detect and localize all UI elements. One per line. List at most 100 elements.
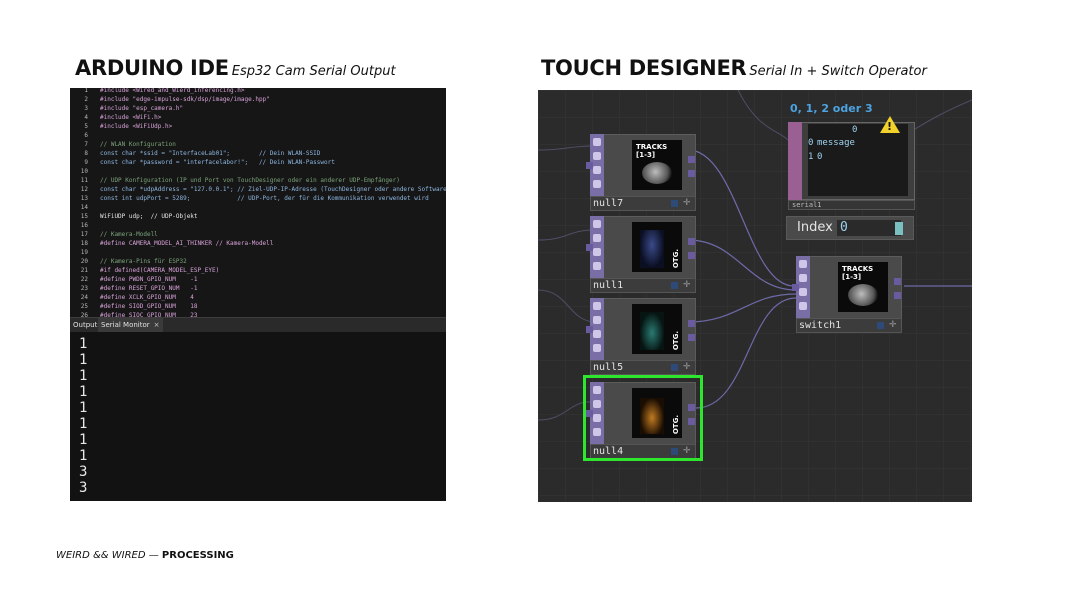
touchdesigner-network[interactable]: 0, 1, 2 oder 3 0 0 message 1 0 ! serial1… [538,90,972,502]
viewer-icon[interactable] [593,302,601,310]
export-icon[interactable] [593,248,601,256]
serial-node-namebar[interactable]: serial1 [788,200,915,210]
flag-icon[interactable] [593,344,601,352]
arduino-heading-subtitle: Esp32 Cam Serial Output [231,64,396,79]
serial-table-header: 0 [852,125,858,135]
node-name: null7 [593,198,624,209]
flag-icon[interactable] [593,180,601,188]
serial-table: 0 0 message 1 0 [808,124,908,196]
wire-icon[interactable] [593,234,601,242]
touchdesigner-heading-title: TOUCH DESIGNER [541,56,747,80]
viewer-toggle-icon[interactable] [671,200,678,207]
line-number: 5 [84,123,88,130]
move-icon[interactable]: ✛ [683,281,692,290]
thumb-title: TRACKS [1-3] [842,265,874,281]
code-text: #include <WiFiUdp.h> [100,123,173,130]
input-port[interactable] [586,162,593,169]
index-label: Index [797,220,833,235]
code-text: #define RESET_GPIO_NUM -1 [100,285,198,292]
operator-node-null5[interactable]: OTG. null5 ✛ [586,298,696,378]
code-text: const char *password = "interfacelabor!"… [100,159,335,166]
viewer-toggle-icon[interactable] [671,282,678,289]
arduino-ide-screenshot: 1 #include <Wired_and_Wierd_inferencing.h… [70,88,446,501]
flag-icon[interactable] [593,262,601,270]
index-parameter[interactable]: Index 0 [786,216,914,240]
tab-serial-monitor[interactable]: Serial Monitor × [98,318,163,332]
code-line: 4 #include <WiFi.h> [70,113,446,122]
close-icon[interactable]: × [154,321,160,329]
footer-bold: PROCESSING [161,550,234,561]
viewer-icon[interactable] [593,220,601,228]
input-port[interactable] [586,326,593,333]
tab-serial-monitor-label: Serial Monitor [101,321,150,329]
node-namebar[interactable]: null5 ✛ [590,360,696,375]
code-line: 17 // Kamera-Modell [70,230,446,239]
code-text: #include <Wired_and_Wierd_inferencing.h> [100,88,245,94]
code-line: 2 #include "edge-impulse-sdk/dsp/image/im… [70,95,446,104]
node-preview: TRACKS [1-3] [632,140,682,190]
wire-icon[interactable] [593,152,601,160]
serial-monitor-output: 1111111133 [70,332,446,501]
code-text: const char *ssid = "InterfaceLab01"; // … [100,150,321,157]
line-number: 12 [80,186,88,193]
serial-value: 1 [79,400,88,416]
code-line: 1 #include <Wired_and_Wierd_inferencing.h… [70,88,446,95]
serial-row-index: 0 [808,138,814,148]
line-number: 24 [80,294,88,301]
code-editor[interactable]: 1 #include <Wired_and_Wierd_inferencing.h… [70,88,446,317]
operator-node-switch1[interactable]: TRACKS [1-3] switch1 ✛ [792,256,902,336]
bottom-panel-tabs: Output Serial Monitor × [70,317,446,333]
viewer-icon[interactable] [593,138,601,146]
viewer-toggle-icon[interactable] [671,364,678,371]
move-icon[interactable]: ✛ [889,321,898,330]
output-port[interactable] [688,170,695,177]
move-icon[interactable]: ✛ [683,363,692,372]
node-namebar[interactable]: null1 ✛ [590,278,696,293]
serial-node-name: serial1 [792,201,822,209]
export-icon[interactable] [799,288,807,296]
output-port[interactable] [894,292,901,299]
code-line: 20 // Kamera-Pins für ESP32 [70,257,446,266]
wire [687,149,797,287]
output-port[interactable] [688,334,695,341]
output-port[interactable] [688,156,695,163]
flag-icon[interactable] [799,302,807,310]
output-port[interactable] [688,320,695,327]
viewer-icon[interactable] [799,260,807,268]
wire [538,289,595,323]
index-slider-handle[interactable] [895,222,903,235]
output-port[interactable] [688,252,695,259]
export-icon[interactable] [593,330,601,338]
code-line: 7 // WLAN Konfiguration [70,140,446,149]
tab-output[interactable]: Output [70,318,100,332]
line-number: 9 [84,159,88,166]
serial-value: 1 [79,384,88,400]
code-line: 10 [70,167,446,176]
node-namebar[interactable]: switch1 ✛ [796,318,902,333]
output-port[interactable] [688,238,695,245]
line-number: 21 [80,267,88,274]
output-port[interactable] [894,278,901,285]
index-value-field[interactable]: 0 [837,220,901,236]
operator-node-null7[interactable]: TRACKS [1-3] null7 ✛ [586,134,696,214]
wire-icon[interactable] [799,274,807,282]
thumb-image [640,230,664,268]
wire [538,145,595,151]
operator-node-null1[interactable]: OTG. null1 ✛ [586,216,696,296]
wire-icon[interactable] [593,316,601,324]
input-port[interactable] [792,284,799,291]
code-text: #if defined(CAMERA_MODEL_ESP_EYE) [100,267,220,274]
serial-value: 1 [79,448,88,464]
line-number: 8 [84,150,88,157]
line-number: 22 [80,276,88,283]
line-number: 15 [80,213,88,220]
node-preview: OTG. [632,304,682,354]
viewer-toggle-icon[interactable] [877,322,884,329]
wire [695,297,797,409]
input-port[interactable] [586,244,593,251]
serial-dat-node[interactable]: 0 0 message 1 0 ! [788,116,915,200]
export-icon[interactable] [593,166,601,174]
move-icon[interactable]: ✛ [683,199,692,208]
node-namebar[interactable]: null7 ✛ [590,196,696,211]
line-number: 4 [84,114,88,121]
